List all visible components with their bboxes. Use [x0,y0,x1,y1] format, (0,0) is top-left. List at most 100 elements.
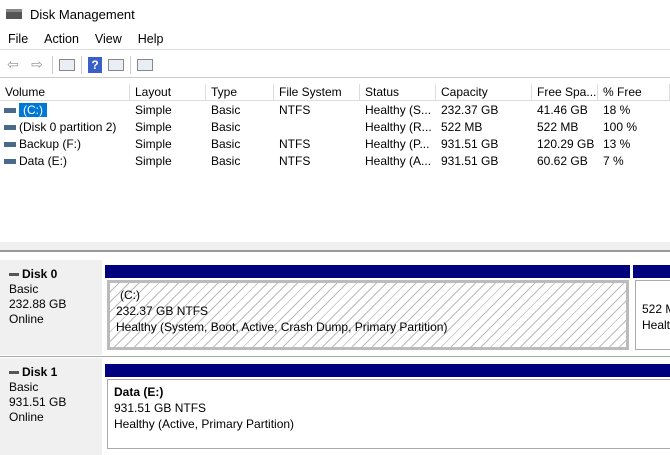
action-pane-icon[interactable] [108,58,124,71]
cell-text: Healthy (P... [365,137,430,151]
toolbar: ⇦ ⇨ ? [0,52,670,78]
cell-percent-free: 100 % [598,119,670,136]
cell-type: Basic [206,102,274,119]
disk-name: Disk 0 [22,267,58,281]
column-capacity[interactable]: Capacity [436,84,532,101]
partition-c[interactable]: (C:) 232.37 GB NTFS Healthy (System, Boo… [107,280,629,350]
menu-help[interactable]: Help [130,30,172,49]
partition-size: 931.51 GB NTFS [114,401,207,415]
column-layout[interactable]: Layout [130,84,206,101]
cell-volume: Data (E:) [0,153,130,170]
cell-text: 931.51 GB [441,154,499,168]
cell-volume: (C:) [0,102,130,119]
partition-size: 232.37 GB NTFS [116,304,209,318]
partition-size: 522 M [642,302,670,316]
partition-status: Healthy (System, Boot, Active, Crash Dum… [116,320,448,334]
table-row[interactable]: (Disk 0 partition 2) Simple Basic Healthy (… [0,119,670,136]
cell-text: NTFS [279,103,311,117]
forward-arrow-icon[interactable]: ⇨ [28,56,46,72]
cell-free-space: 522 MB [532,119,598,136]
table-row[interactable]: Data (E:) Simple Basic NTFS Healthy (A... 931… [0,153,670,170]
console-tree-icon[interactable] [59,58,75,71]
volume-icon [4,108,16,114]
cell-text: Healthy (S... [365,103,432,117]
properties-icon[interactable] [137,58,153,71]
cell-file-system: NTFS [274,102,360,119]
disk-0-label[interactable]: Disk 0 Basic 232.88 GB Online [0,260,102,355]
cell-text: 522 MB [537,120,579,134]
disk-icon [9,273,19,277]
cell-text: NTFS [279,154,311,168]
menu-action[interactable]: Action [36,30,87,49]
disk-size: 232.88 GB [9,297,67,311]
disk-state: Online [9,312,44,326]
partition-label: Data (E:) [114,385,164,399]
partition-recovery[interactable]: 522 M Health [635,280,670,350]
disk-name: Disk 1 [22,365,58,379]
cell-text: Basic [211,120,241,134]
cell-text: 18 % [603,103,631,117]
cell-text: Basic [211,154,241,168]
menu-file[interactable]: File [0,30,36,49]
cell-text: 522 MB [441,120,483,134]
toolbar-separator [81,55,82,74]
volume-icon [4,159,16,165]
partition-label: (C:) [120,288,140,302]
column-type[interactable]: Type [206,84,274,101]
window-title: Disk Management [30,6,135,22]
column-free-space[interactable]: Free Spa... [532,84,598,101]
cell-text: 931.51 GB [441,137,499,151]
cell-status: Healthy (P... [360,136,436,153]
disk-type: Basic [9,380,39,394]
cell-text: (C:) [19,103,47,117]
menu-view[interactable]: View [87,30,130,49]
back-arrow-icon[interactable]: ⇦ [4,56,22,72]
disk-icon [9,371,19,375]
disk-1-label[interactable]: Disk 1 Basic 931.51 GB Online [0,358,102,455]
partition-status: Healthy (Active, Primary Partition) [114,417,295,431]
cell-text: Simple [135,154,172,168]
volume-icon [4,142,16,148]
cell-text: 13 % [603,137,631,151]
cell-file-system: NTFS [274,153,360,170]
cell-text: Data (E:) [19,154,68,168]
cell-text: 41.46 GB [537,103,588,117]
cell-percent-free: 7 % [598,153,670,170]
cell-type: Basic [206,136,274,153]
cell-status: Healthy (A... [360,153,436,170]
column-percent-free[interactable]: % Free [598,84,670,101]
help-icon[interactable]: ? [88,56,102,73]
table-row[interactable]: (C:) Simple Basic NTFS Healthy (S... 232.37 G… [0,102,670,119]
cell-text: 7 % [603,154,624,168]
cell-text: Simple [135,103,172,117]
pane-splitter[interactable] [0,242,670,252]
cell-text: 60.62 GB [537,154,588,168]
column-status[interactable]: Status [360,84,436,101]
cell-free-space: 60.62 GB [532,153,598,170]
table-header: Volume Layout Type File System Status Ca… [0,84,670,101]
cell-capacity: 931.51 GB [436,136,532,153]
cell-file-system: NTFS [274,136,360,153]
partition-bar [105,364,670,377]
partition-bar [633,265,670,278]
cell-capacity: 232.37 GB [436,102,532,119]
toolbar-separator [130,55,131,74]
cell-text: Backup (F:) [19,137,82,151]
cell-free-space: 41.46 GB [532,102,598,119]
column-file-system[interactable]: File System [274,84,360,101]
cell-text: Basic [211,103,241,117]
cell-layout: Simple [130,136,206,153]
partition-bar [105,265,630,278]
column-volume[interactable]: Volume [0,84,130,101]
disk-management-icon [6,9,22,19]
cell-text: 120.29 GB [537,137,595,151]
partition-status: Health [642,318,670,332]
cell-file-system [274,119,360,136]
table-row[interactable]: Backup (F:) Simple Basic NTFS Healthy (P... 9… [0,136,670,153]
cell-text: (Disk 0 partition 2) [19,120,117,134]
partition-data-e[interactable]: Data (E:) 931.51 GB NTFS Healthy (Active… [107,379,670,449]
menu-bar: File Action View Help [0,30,670,50]
volume-icon [4,125,16,131]
cell-type: Basic [206,119,274,136]
cell-volume: Backup (F:) [0,136,130,153]
